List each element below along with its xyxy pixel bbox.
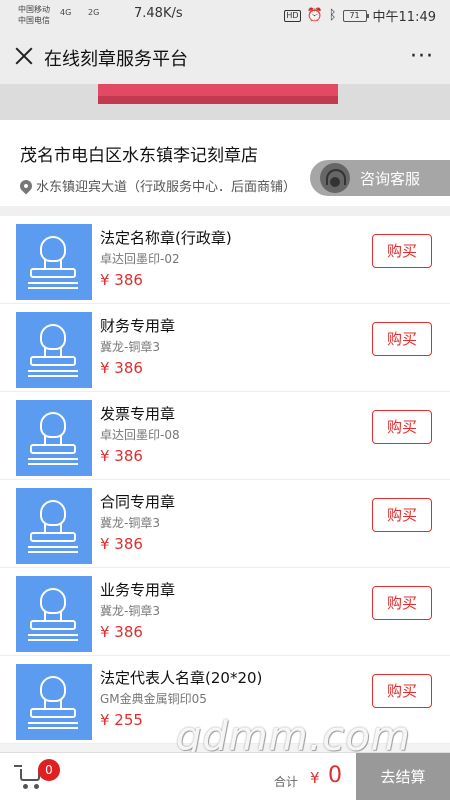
buy-button[interactable]: 购买: [372, 674, 432, 708]
product-brand: 卓达回墨印-08: [100, 428, 180, 442]
location-pin-icon: [17, 177, 35, 194]
product-brand: GM金典金属铜印05: [100, 692, 207, 706]
product-item[interactable]: 财务专用章 冀龙-铜章3 ¥ 386 购买: [0, 304, 450, 392]
status-bar: 中国移动 中国电信 4G 2G 7.48K/s HD ⏰ ᛒ 71 中午11:4…: [0, 0, 450, 32]
carrier-2: 中国电信: [18, 16, 50, 25]
carrier-info: 中国移动 中国电信: [18, 4, 50, 26]
stamp-icon: [16, 312, 92, 388]
shop-name: 茂名市电白区水东镇李记刻章店: [20, 146, 258, 166]
page-title: 在线刻章服务平台: [44, 49, 188, 70]
product-price: ¥ 255: [100, 711, 143, 729]
battery-icon: 71: [342, 9, 369, 22]
product-brand: 冀龙-铜章3: [100, 604, 160, 618]
shop-address[interactable]: 水东镇迎宾大道（行政服务中心．后面商铺）: [17, 176, 297, 195]
total-currency: ¥: [310, 769, 320, 787]
stamp-icon: [16, 664, 92, 740]
stamp-icon: [16, 488, 92, 564]
product-brand: 冀龙-铜章3: [100, 516, 160, 530]
banner-image: [0, 84, 450, 120]
product-name: 法定代表人名章(20*20): [100, 669, 263, 687]
stamp-icon: [16, 576, 92, 652]
product-brand: 卓达回墨印-02: [100, 252, 180, 266]
product-item[interactable]: 发票专用章 卓达回墨印-08 ¥ 386 购买: [0, 392, 450, 480]
product-name: 合同专用章: [100, 493, 176, 511]
product-name: 法定名称章(行政章): [100, 229, 232, 247]
product-price: ¥ 386: [100, 271, 143, 289]
buy-button[interactable]: 购买: [372, 322, 432, 356]
product-brand: 冀龙-铜章3: [100, 340, 160, 354]
signal-2-label: 2G: [88, 8, 100, 17]
product-name: 发票专用章: [100, 405, 176, 423]
product-name: 业务专用章: [100, 581, 176, 599]
buy-button[interactable]: 购买: [372, 410, 432, 444]
section-divider: [0, 206, 450, 216]
alarm-icon: ⏰: [306, 8, 323, 23]
status-right: HD ⏰ ᛒ 71 中午11:49: [284, 6, 436, 25]
buy-button[interactable]: 购买: [372, 498, 432, 532]
stamp-icon: [16, 224, 92, 300]
product-price: ¥ 386: [100, 447, 143, 465]
product-item[interactable]: 法定名称章(行政章) 卓达回墨印-02 ¥ 386 购买: [0, 216, 450, 304]
product-name: 财务专用章: [100, 317, 176, 335]
product-price: ¥ 386: [100, 535, 143, 553]
shop-address-text: 水东镇迎宾大道（行政服务中心．后面商铺）: [36, 180, 297, 195]
network-speed: 7.48K/s: [134, 6, 183, 21]
vibrate-icon: ᛒ: [328, 8, 337, 23]
signal-1-label: 4G: [60, 8, 72, 17]
product-list: 法定名称章(行政章) 卓达回墨印-02 ¥ 386 购买 财务专用章 冀龙-铜章…: [0, 216, 450, 744]
buy-button[interactable]: 购买: [372, 234, 432, 268]
stamp-icon: [16, 400, 92, 476]
total-label: 合计: [274, 775, 299, 789]
checkout-button[interactable]: 去结算: [356, 753, 450, 800]
product-price: ¥ 386: [100, 623, 143, 641]
consult-service-button[interactable]: 咨询客服: [310, 160, 450, 196]
consult-label: 咨询客服: [360, 169, 421, 188]
product-item[interactable]: 合同专用章 冀龙-铜章3 ¥ 386 购买: [0, 480, 450, 568]
headset-icon: [320, 163, 350, 193]
total-value: 0: [328, 763, 342, 788]
hd-badge: HD: [284, 9, 301, 22]
more-menu-icon[interactable]: ···: [410, 44, 434, 69]
close-icon[interactable]: [12, 44, 36, 68]
cart-count-badge: 0: [38, 759, 60, 781]
clock: 中午11:49: [372, 10, 436, 25]
title-bar: 在线刻章服务平台 ···: [0, 32, 450, 84]
product-item[interactable]: 业务专用章 冀龙-铜章3 ¥ 386 购买: [0, 568, 450, 656]
carrier-1: 中国移动: [18, 5, 50, 14]
product-price: ¥ 386: [100, 359, 143, 377]
bottom-bar: 0 合计 ¥ 0 去结算: [0, 752, 450, 800]
banner-base-block: [98, 96, 338, 104]
buy-button[interactable]: 购买: [372, 586, 432, 620]
